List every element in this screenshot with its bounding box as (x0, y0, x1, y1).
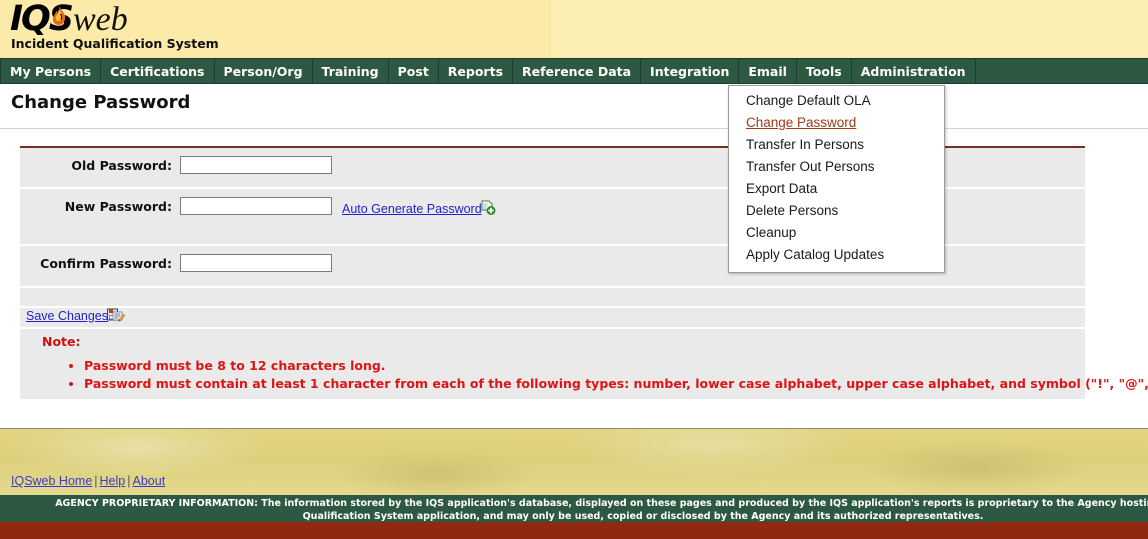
footer-link-home[interactable]: IQSweb Home (11, 474, 92, 488)
iqsweb-logo[interactable]: IQSweb Incident Qualification System (8, 2, 248, 56)
nav-item-integration[interactable]: Integration (641, 59, 740, 83)
nav-item-my-persons[interactable]: My Persons (0, 59, 102, 83)
title-divider (0, 128, 1148, 129)
nav-item-tools[interactable]: Tools (796, 59, 852, 83)
nav-item-reference-data[interactable]: Reference Data (513, 59, 642, 83)
auto-generate-wrapper: Auto Generate Password (342, 200, 496, 218)
form-row-save: Save Changes (20, 308, 1085, 329)
proprietary-notice-text: AGENCY PROPRIETARY INFORMATION: The info… (55, 498, 1148, 522)
save-changes-wrapper: Save Changes (26, 307, 126, 325)
footer-separator-1: | (94, 474, 98, 488)
bottom-accent-strip (0, 522, 1148, 539)
generate-page-icon[interactable] (480, 200, 496, 216)
confirm-password-label: Confirm Password: (40, 256, 172, 271)
confirm-password-input[interactable] (180, 254, 332, 272)
menu-item-apply-catalog-updates[interactable]: Apply Catalog Updates (729, 244, 944, 266)
logo-wordmark: IQSweb (8, 2, 248, 38)
main-navigation: My Persons Certifications Person/Org Tra… (0, 58, 1148, 84)
menu-item-change-default-ola[interactable]: Change Default OLA (729, 90, 944, 112)
form-row-note: Note: Password must be 8 to 12 character… (20, 329, 1148, 399)
menu-item-change-password[interactable]: Change Password (729, 112, 944, 134)
new-password-label: New Password: (64, 199, 172, 214)
new-password-input[interactable] (180, 197, 332, 215)
nav-item-person-org[interactable]: Person/Org (215, 59, 313, 83)
menu-item-transfer-out-persons[interactable]: Transfer Out Persons (729, 156, 944, 178)
nav-item-email[interactable]: Email (739, 59, 797, 83)
logo-secondary-text: web (72, 1, 128, 38)
page-title: Change Password (11, 92, 191, 113)
auto-generate-password-link[interactable]: Auto Generate Password (342, 202, 482, 216)
tools-dropdown-menu: Change Default OLA Change Password Trans… (728, 85, 945, 273)
footer-links: IQSweb Home | Help | About (11, 474, 165, 488)
page-header: IQSweb Incident Qualification System (0, 0, 1148, 58)
save-changes-link[interactable]: Save Changes (26, 309, 108, 323)
form-row-spacer (20, 288, 1085, 308)
note-item-length: Password must be 8 to 12 characters long… (84, 357, 1148, 374)
nav-filler (976, 59, 1148, 83)
old-password-input[interactable] (180, 156, 332, 174)
nav-item-training[interactable]: Training (313, 59, 389, 83)
save-edit-icon[interactable] (107, 308, 126, 324)
application-window: IQSweb Incident Qualification System My … (0, 0, 1148, 539)
password-note-block: Note: Password must be 8 to 12 character… (20, 329, 1148, 393)
footer-separator-2: | (127, 474, 131, 488)
proprietary-notice: AGENCY PROPRIETARY INFORMATION: The info… (0, 495, 1148, 522)
footer-banner (0, 428, 1148, 495)
menu-item-transfer-in-persons[interactable]: Transfer In Persons (729, 134, 944, 156)
old-password-label: Old Password: (71, 158, 172, 173)
footer-link-help[interactable]: Help (100, 474, 126, 488)
note-list: Password must be 8 to 12 characters long… (42, 357, 1148, 392)
note-heading: Note: (42, 334, 81, 349)
menu-item-export-data[interactable]: Export Data (729, 178, 944, 200)
nav-item-administration[interactable]: Administration (852, 59, 976, 83)
menu-item-cleanup[interactable]: Cleanup (729, 222, 944, 244)
nav-item-reports[interactable]: Reports (439, 59, 514, 83)
menu-item-delete-persons[interactable]: Delete Persons (729, 200, 944, 222)
note-item-complexity: Password must contain at least 1 charact… (84, 375, 1148, 392)
footer-link-about[interactable]: About (133, 474, 166, 488)
nav-item-certifications[interactable]: Certifications (101, 59, 215, 83)
nav-item-post[interactable]: Post (389, 59, 439, 83)
logo-primary-text: IQS (10, 0, 74, 39)
